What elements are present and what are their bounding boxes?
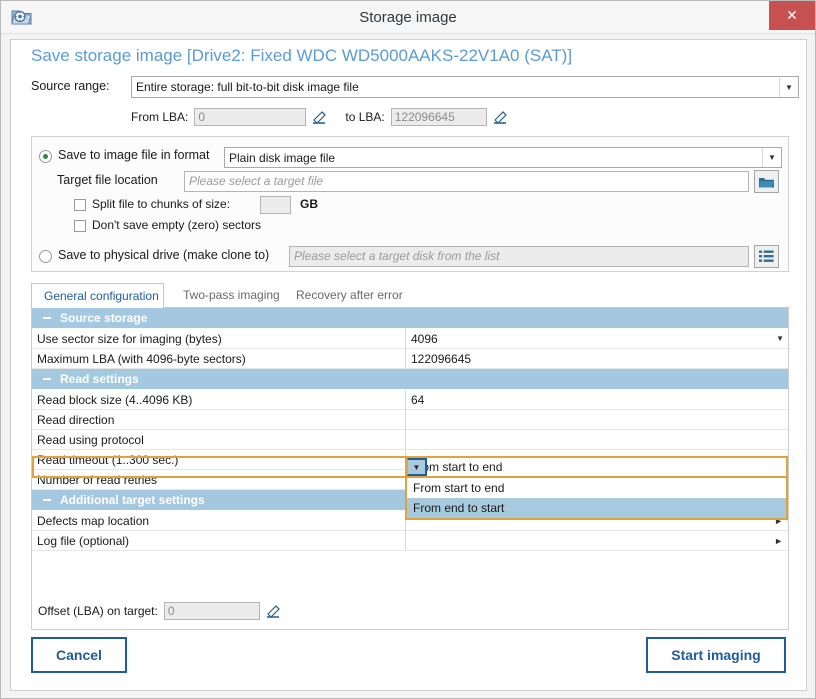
tab-general-configuration[interactable]: General configuration [31, 283, 164, 309]
table-row[interactable]: Log file (optional) ► [32, 531, 788, 551]
list-icon[interactable] [754, 245, 779, 268]
section-title: Source storage [60, 311, 148, 325]
to-lba-input[interactable]: 122096645 [390, 108, 487, 126]
row-label: Read block size (4..4096 KB) [32, 390, 406, 409]
disk-folder-icon [11, 7, 32, 27]
row-label: Defects map location [32, 511, 406, 530]
row-label: Number of read retries [32, 470, 406, 489]
image-format-select[interactable]: Plain disk image file ▼ [224, 147, 782, 168]
pencil-icon[interactable] [263, 601, 285, 620]
row-value[interactable]: 4096 ▼ [406, 329, 788, 348]
lba-range-row: From LBA: 0 to LBA: 122096645 [131, 107, 512, 127]
page-title: Save storage image [Drive2: Fixed WDC WD… [31, 46, 573, 65]
to-lba-label: to LBA: [345, 110, 385, 124]
read-direction-select[interactable]: From start to end ▼ [405, 456, 788, 478]
source-range-label: Source range: [31, 79, 110, 93]
skip-empty-label: Don't save empty (zero) sectors [92, 218, 262, 232]
table-row[interactable]: Read using protocol [32, 430, 788, 450]
close-icon[interactable]: ✕ [769, 1, 815, 30]
row-value [406, 430, 788, 449]
row-value: 122096645 [411, 352, 472, 366]
split-size-input[interactable] [260, 196, 291, 214]
section-header-source-storage[interactable]: Source storage [32, 308, 788, 329]
from-lba-input[interactable]: 0 [194, 108, 307, 126]
collapse-minus-icon[interactable] [43, 499, 51, 501]
from-lba-label: From LBA: [131, 110, 189, 124]
source-range-select[interactable]: Entire storage: full bit-to-bit disk ima… [131, 76, 799, 98]
pencil-icon[interactable] [309, 108, 331, 127]
split-size-unit: GB [300, 197, 318, 211]
source-range-value: Entire storage: full bit-to-bit disk ima… [136, 80, 359, 94]
chevron-down-icon[interactable]: ▼ [762, 148, 781, 167]
table-row[interactable]: Use sector size for imaging (bytes) 4096… [32, 329, 788, 349]
collapse-minus-icon[interactable] [43, 378, 51, 380]
save-to-file-label: Save to image file in format [58, 148, 210, 162]
row-label: Read direction [32, 410, 406, 429]
save-to-drive-label: Save to physical drive (make clone to) [58, 248, 270, 262]
dropdown-option-from-end-to-start[interactable]: From end to start [407, 498, 786, 518]
settings-tabs: General configuration Two-pass imaging R… [31, 283, 789, 309]
storage-image-dialog: Storage image ✕ Save storage image [Driv… [0, 0, 816, 699]
row-label: Read using protocol [32, 430, 406, 449]
row-value[interactable]: ► [406, 531, 788, 550]
table-row[interactable]: Read block size (4..4096 KB) 64 [32, 390, 788, 410]
row-label: Read timeout (1..300 sec.) [32, 450, 406, 469]
section-title: Read settings [60, 372, 139, 386]
cancel-button[interactable]: Cancel [31, 637, 127, 673]
dialog-body: Save storage image [Drive2: Fixed WDC WD… [10, 39, 807, 691]
table-row[interactable]: Maximum LBA (with 4096-byte sectors) 122… [32, 349, 788, 369]
read-direction-options: From start to end From end to start [405, 478, 788, 520]
section-header-read-settings[interactable]: Read settings [32, 369, 788, 390]
tab-recovery-after-error[interactable]: Recovery after error [284, 283, 415, 308]
section-title: Additional target settings [60, 493, 205, 507]
target-file-placeholder: Please select a target file [189, 174, 324, 188]
image-format-value: Plain disk image file [229, 150, 336, 165]
chevron-down-icon[interactable]: ▼ [779, 77, 798, 97]
target-file-label: Target file location [57, 173, 158, 187]
target-disk-placeholder: Please select a target disk from the lis… [294, 249, 500, 263]
chevron-right-icon[interactable]: ► [774, 531, 783, 550]
title-bar: Storage image ✕ [1, 1, 815, 34]
target-disk-input[interactable]: Please select a target disk from the lis… [289, 246, 749, 267]
offset-lba-row: Offset (LBA) on target: 0 [38, 601, 285, 620]
row-value[interactable] [406, 410, 788, 429]
skip-empty-checkbox[interactable] [74, 220, 86, 232]
split-file-checkbox[interactable] [74, 199, 86, 211]
read-direction-value: From start to end [411, 460, 503, 474]
chevron-down-icon[interactable]: ▼ [407, 458, 427, 476]
tab-two-pass-imaging[interactable]: Two-pass imaging [171, 283, 292, 308]
collapse-minus-icon[interactable] [43, 317, 51, 319]
table-row-read-direction[interactable]: Read direction [32, 410, 788, 430]
chevron-down-icon[interactable]: ▼ [776, 329, 784, 348]
row-label: Log file (optional) [32, 531, 406, 550]
row-value-text: 4096 [411, 332, 438, 346]
radio-save-to-file[interactable] [39, 150, 52, 163]
folder-open-icon[interactable] [754, 170, 779, 193]
row-label: Use sector size for imaging (bytes) [32, 329, 406, 348]
start-imaging-button[interactable]: Start imaging [646, 637, 786, 673]
window-title: Storage image [359, 8, 457, 26]
offset-lba-input[interactable]: 0 [163, 601, 260, 620]
dropdown-option-from-start-to-end[interactable]: From start to end [407, 478, 786, 498]
offset-lba-label: Offset (LBA) on target: [38, 603, 158, 618]
target-file-input[interactable]: Please select a target file [184, 171, 749, 192]
row-value: 64 [411, 393, 425, 407]
settings-grid: Source storage Use sector size for imagi… [31, 308, 789, 630]
save-target-group: Save to image file in format Plain disk … [31, 136, 789, 272]
row-label: Maximum LBA (with 4096-byte sectors) [32, 349, 406, 368]
split-file-label: Split file to chunks of size: [92, 197, 231, 211]
pencil-icon[interactable] [490, 108, 512, 127]
radio-save-to-drive[interactable] [39, 250, 52, 263]
